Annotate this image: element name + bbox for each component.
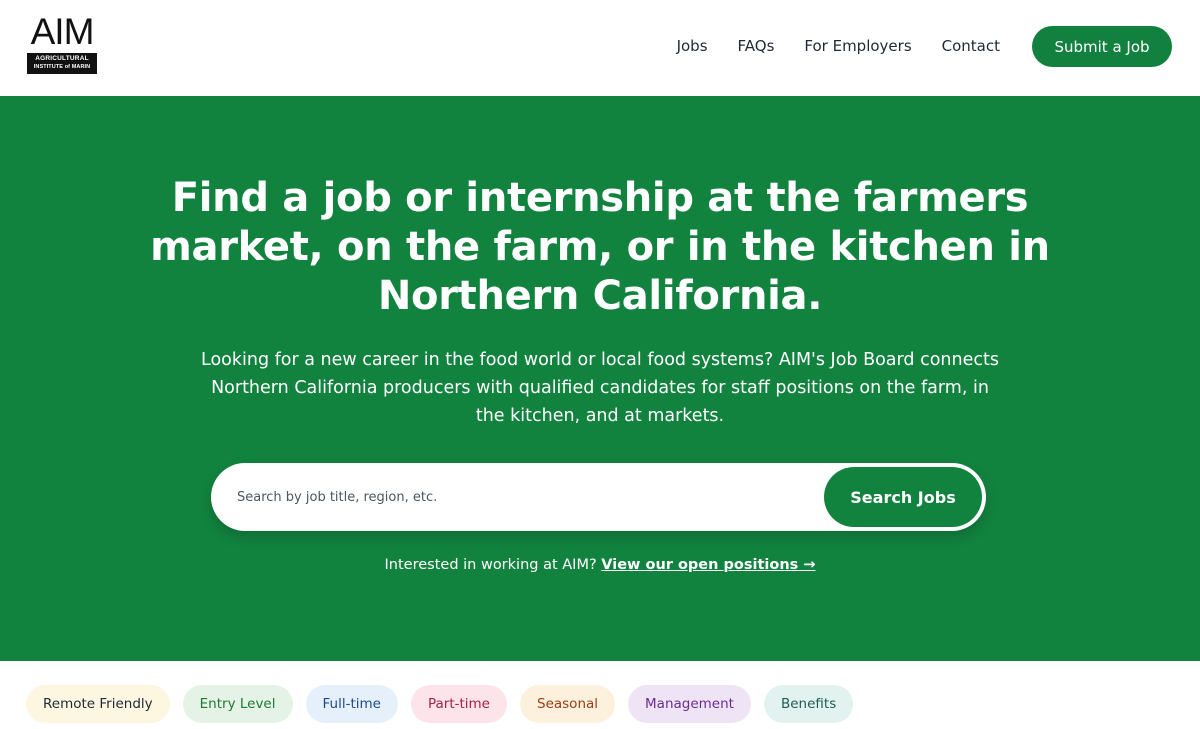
tag-part-time[interactable]: Part-time — [410, 685, 507, 723]
hero-subtitle: Looking for a new career in the food wor… — [201, 350, 999, 426]
tag-seasonal[interactable]: Seasonal — [520, 685, 616, 723]
site-header: AIM AGRICULTURAL INSTITUTE of MARIN Jobs… — [0, 0, 1200, 96]
job-search-bar: Search Jobs — [211, 463, 986, 531]
open-positions-link[interactable]: View our open positions → — [601, 557, 815, 573]
submit-job-button[interactable]: Submit a Job — [1032, 26, 1172, 67]
tag-remote-friendly[interactable]: Remote Friendly — [26, 685, 170, 723]
job-search-input[interactable] — [237, 483, 797, 511]
hero-title: Find a job or internship at the farmers … — [150, 175, 1050, 319]
nav-for-employers[interactable]: For Employers — [804, 37, 911, 55]
logo-wordmark: AIM — [30, 11, 95, 52]
logo-line-1: AGRICULTURAL — [35, 55, 89, 62]
tag-entry-level[interactable]: Entry Level — [182, 685, 293, 723]
aim-positions-text: Interested in working at AIM? — [384, 557, 597, 573]
search-jobs-button[interactable]: Search Jobs — [824, 467, 982, 527]
tag-management[interactable]: Management — [628, 685, 751, 723]
hero-section: Find a job or internship at the farmers … — [0, 96, 1200, 661]
tag-full-time[interactable]: Full-time — [305, 685, 398, 723]
logo-subtitle-box: AGRICULTURAL INSTITUTE of MARIN — [27, 53, 97, 74]
tag-benefits[interactable]: Benefits — [763, 685, 854, 723]
nav-jobs[interactable]: Jobs — [677, 37, 708, 55]
job-filter-tags: Remote Friendly Entry Level Full-time Pa… — [26, 685, 866, 723]
aim-logo[interactable]: AIM AGRICULTURAL INSTITUTE of MARIN — [27, 11, 97, 75]
nav-contact[interactable]: Contact — [942, 37, 1000, 55]
main-nav: Jobs FAQs For Employers Contact — [677, 30, 1000, 62]
aim-positions-callout: Interested in working at AIM? View our o… — [200, 557, 1000, 573]
nav-faqs[interactable]: FAQs — [738, 37, 775, 55]
logo-line-2: INSTITUTE of MARIN — [33, 64, 91, 70]
